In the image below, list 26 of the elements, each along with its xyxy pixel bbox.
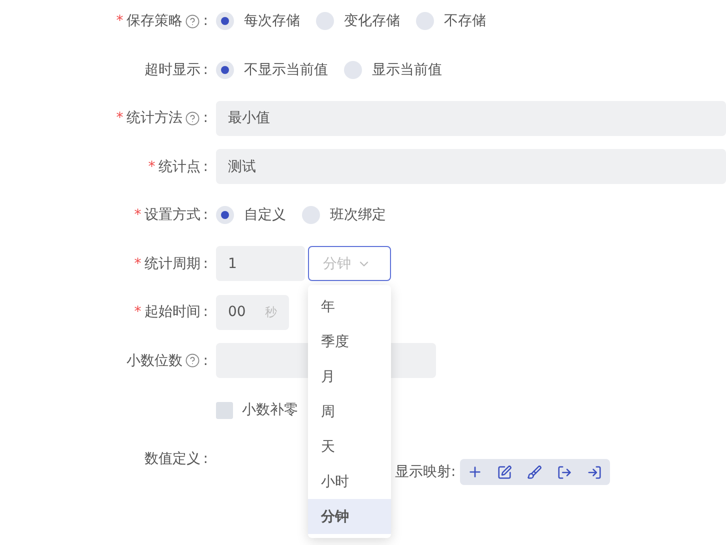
label-colon: : xyxy=(203,110,208,126)
required-asterisk: * xyxy=(134,304,142,320)
required-asterisk: * xyxy=(134,207,142,224)
field-label: 保存策略 xyxy=(126,12,182,30)
field-label: 数值定义 xyxy=(144,450,200,468)
field-label: 超时显示 xyxy=(144,60,200,79)
field-label: 起始时间 xyxy=(144,303,200,322)
label-colon: : xyxy=(203,13,208,30)
label-colon: : xyxy=(203,304,208,320)
label-colon: : xyxy=(203,158,208,175)
required-asterisk: * xyxy=(134,256,142,272)
label-colon: : xyxy=(203,352,208,369)
label-colon: : xyxy=(203,256,208,272)
field-label: 统计周期 xyxy=(144,254,200,273)
field-label: 统计点 xyxy=(158,158,200,176)
field-label: 小数位数 xyxy=(126,352,182,370)
required-asterisk: * xyxy=(148,158,156,175)
required-asterisk: * xyxy=(116,13,124,30)
checkbox-label: 小数补零 xyxy=(242,401,298,419)
field-label: 设置方式 xyxy=(144,206,200,224)
field-label: 显示映射: xyxy=(395,463,456,481)
label-colon: : xyxy=(203,62,208,78)
required-asterisk: * xyxy=(116,110,124,126)
field-label: 统计方法 xyxy=(126,109,182,128)
label-colon: : xyxy=(203,451,208,467)
label-colon: : xyxy=(203,207,208,224)
